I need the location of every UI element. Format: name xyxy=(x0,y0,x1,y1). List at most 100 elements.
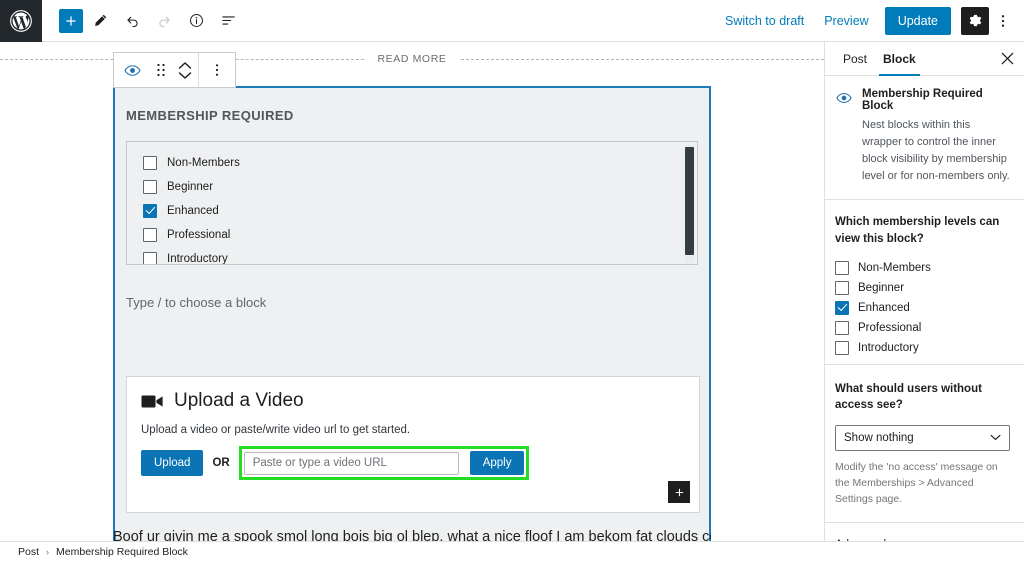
apply-button[interactable]: Apply xyxy=(469,451,525,475)
undo-button[interactable] xyxy=(117,8,147,34)
breadcrumb-item-post[interactable]: Post xyxy=(18,546,39,558)
membership-levels-list[interactable]: Non-Members Beginner Enhanced Profession… xyxy=(126,141,698,265)
list-item[interactable]: Enhanced xyxy=(127,200,697,221)
switch-to-draft-button[interactable]: Switch to draft xyxy=(715,8,814,34)
checkbox-non-members[interactable] xyxy=(143,155,157,170)
video-upload-block[interactable]: Upload a Video Upload a video or paste/w… xyxy=(126,376,700,513)
read-more-label: READ MORE xyxy=(377,53,447,65)
add-block-button[interactable] xyxy=(59,8,83,33)
sidebar-checkbox-beginner[interactable] xyxy=(835,280,849,295)
close-icon[interactable] xyxy=(994,46,1020,72)
editor-top-bar: Switch to draft Preview Update xyxy=(0,0,1024,42)
list-item[interactable]: Introductory xyxy=(835,338,1010,358)
block-appender-placeholder[interactable]: Type / to choose a block xyxy=(126,295,709,310)
chevron-up-icon[interactable] xyxy=(178,61,192,70)
edit-tool-button[interactable] xyxy=(85,8,115,34)
list-item-label: Beginner xyxy=(167,180,214,193)
checkbox-enhanced[interactable] xyxy=(143,203,157,218)
video-url-highlight-region: Apply xyxy=(238,446,530,480)
list-item-label: Enhanced xyxy=(167,204,219,217)
list-item[interactable]: Introductory xyxy=(127,248,697,265)
top-bar-tools xyxy=(42,8,243,34)
block-toolbar xyxy=(113,52,236,88)
list-item-label: Non-Members xyxy=(858,261,931,274)
tab-block[interactable]: Block xyxy=(875,42,924,76)
wordpress-logo-icon[interactable] xyxy=(0,0,42,42)
sidebar-checkbox-enhanced[interactable] xyxy=(835,300,849,315)
block-toolbar-main-group xyxy=(114,53,198,87)
list-item[interactable]: Non-Members xyxy=(835,258,1010,278)
sidebar-checkbox-non-members[interactable] xyxy=(835,260,849,275)
block-info: Membership Required Block Nest blocks wi… xyxy=(835,88,1010,185)
membership-block-title: MEMBERSHIP REQUIRED xyxy=(126,108,294,123)
checkbox-beginner[interactable] xyxy=(143,179,157,194)
wordpress-block-editor: Switch to draft Preview Update READ MORE… xyxy=(0,0,1024,561)
details-button[interactable] xyxy=(181,8,211,34)
list-item-label: Introductory xyxy=(858,341,919,354)
list-item[interactable]: Professional xyxy=(835,318,1010,338)
eye-icon xyxy=(835,88,853,112)
block-description: Nest blocks within this wrapper to contr… xyxy=(862,119,1010,183)
drag-handle-icon[interactable] xyxy=(150,53,172,87)
breadcrumb: Post › Membership Required Block xyxy=(0,541,1024,561)
list-item-label: Non-Members xyxy=(167,156,240,169)
membership-levels-question: Which membership levels can view this bl… xyxy=(835,216,1000,245)
gear-icon[interactable] xyxy=(961,6,989,35)
top-bar-actions: Switch to draft Preview Update xyxy=(715,6,1024,35)
block-toolbar-options-group xyxy=(199,53,235,87)
membership-required-block[interactable]: MEMBERSHIP REQUIRED Non-Members Beginner… xyxy=(113,86,711,541)
breadcrumb-separator: › xyxy=(46,546,50,557)
body-paragraph[interactable]: Boof ur givin me a spook smol long bois … xyxy=(113,529,711,541)
settings-sidebar: Post Block Membership Required Block Nes… xyxy=(824,42,1024,551)
block-options-kebab-icon[interactable] xyxy=(199,53,235,87)
preview-button[interactable]: Preview xyxy=(814,8,878,34)
list-view-button[interactable] xyxy=(213,8,243,34)
block-info-section: Membership Required Block Nest blocks wi… xyxy=(825,76,1024,201)
read-more-line-right xyxy=(460,58,824,60)
list-item-label: Introductory xyxy=(167,252,228,265)
chevron-down-icon[interactable] xyxy=(178,71,192,80)
or-label: OR xyxy=(212,457,230,469)
inner-block-appender-plus-icon[interactable] xyxy=(668,481,690,503)
breadcrumb-item-membership-required-block[interactable]: Membership Required Block xyxy=(56,546,188,558)
eye-icon[interactable] xyxy=(114,53,150,87)
video-block-header: Upload a Video xyxy=(127,377,699,412)
levels-scrollbar-thumb[interactable] xyxy=(685,147,694,255)
video-block-subtitle: Upload a video or paste/write video url … xyxy=(141,424,411,436)
sidebar-checkbox-professional[interactable] xyxy=(835,320,849,335)
update-button[interactable]: Update xyxy=(884,6,951,35)
list-item[interactable]: Beginner xyxy=(127,176,697,197)
upload-button[interactable]: Upload xyxy=(141,450,204,476)
sidebar-tabs: Post Block xyxy=(825,42,1024,76)
redo-button[interactable] xyxy=(149,8,179,34)
list-item[interactable]: Professional xyxy=(127,224,697,245)
sidebar-levels-list: Non-Members Beginner Enhanced Profession… xyxy=(835,258,1010,358)
list-item[interactable]: Beginner xyxy=(835,278,1010,298)
video-block-title: Upload a Video xyxy=(174,390,304,411)
no-access-panel: What should users without access see? Sh… xyxy=(825,365,1024,523)
no-access-help-text: Modify the 'no access' message on the Me… xyxy=(835,460,998,506)
list-item-label: Professional xyxy=(858,321,922,334)
sidebar-checkbox-introductory[interactable] xyxy=(835,340,849,355)
block-name: Membership Required Block xyxy=(862,88,983,112)
video-url-input[interactable] xyxy=(243,451,459,475)
video-block-actions: Upload OR Apply xyxy=(127,436,699,480)
list-item-label: Professional xyxy=(167,228,231,241)
no-access-select-value: Show nothing xyxy=(844,431,914,444)
editor-canvas: READ MORE MEMBERSHIP REQUIRED Non-Member… xyxy=(0,42,824,541)
no-access-question: What should users without access see? xyxy=(835,382,982,412)
chevron-down-icon xyxy=(990,434,1001,441)
video-camera-icon xyxy=(141,393,164,410)
list-item[interactable]: Non-Members xyxy=(127,152,697,173)
list-item-label: Enhanced xyxy=(858,301,910,314)
checkbox-introductory[interactable] xyxy=(143,251,157,264)
more-options-button[interactable] xyxy=(991,7,1015,35)
block-mover xyxy=(172,53,198,87)
list-item[interactable]: Enhanced xyxy=(835,298,1010,318)
membership-levels-panel: Which membership levels can view this bl… xyxy=(825,200,1024,365)
checkbox-professional[interactable] xyxy=(143,227,157,242)
levels-scrollbar[interactable] xyxy=(685,145,694,263)
list-item-label: Beginner xyxy=(858,281,905,294)
tab-post[interactable]: Post xyxy=(835,42,875,75)
no-access-select[interactable]: Show nothing xyxy=(835,424,1010,451)
